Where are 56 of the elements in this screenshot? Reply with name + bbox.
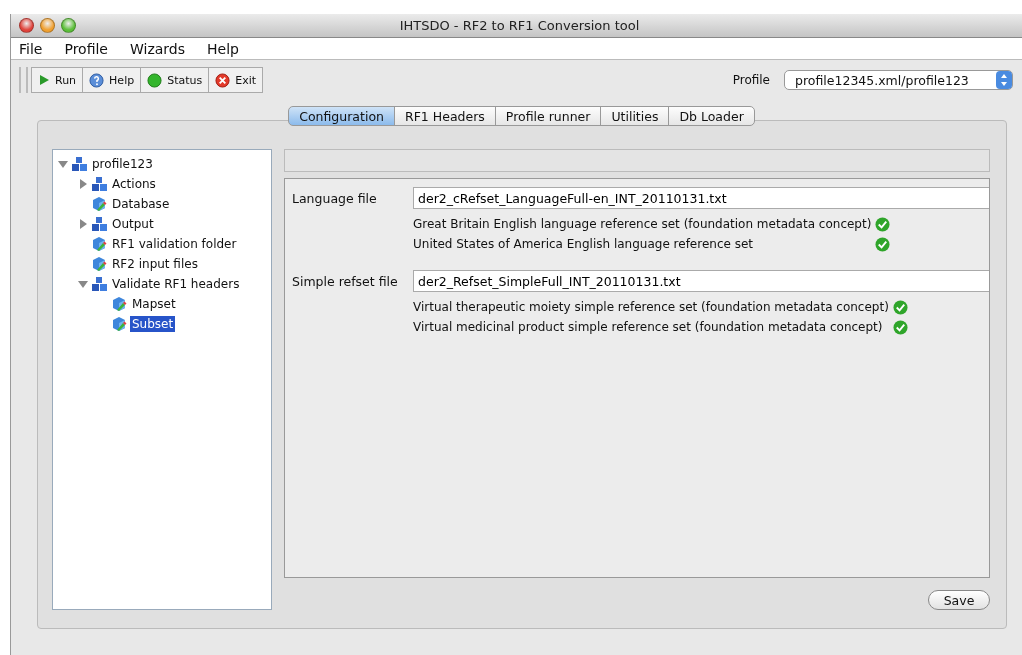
refset-name: Great Britain English language reference set (foundation metadata concept): [413, 217, 872, 231]
tree-item[interactable]: Validate RF1 headers: [110, 276, 242, 292]
tab[interactable]: RF1 Headers: [394, 106, 496, 126]
tree-item[interactable]: Subset: [130, 316, 176, 332]
cube-pencil-icon: [92, 256, 107, 272]
cube-pencil-icon: [92, 196, 107, 212]
profile-label: Profile: [732, 73, 770, 87]
toolbar-grip[interactable]: [19, 67, 28, 93]
cube-pencil-icon: [92, 236, 107, 252]
tree-item[interactable]: Database: [110, 196, 172, 212]
expand-arrow-icon[interactable]: [77, 178, 89, 190]
menu-item[interactable]: Profile: [64, 40, 108, 57]
refset-name: Virtual medicinal product simple reference set (foundation metadata concept): [413, 320, 884, 334]
tab[interactable]: Db Loader: [668, 106, 755, 126]
cubes-icon: [92, 217, 107, 231]
cube-pencil-icon: [112, 296, 127, 312]
collapse-arrow-icon[interactable]: [57, 158, 69, 170]
tab[interactable]: Profile runner: [494, 106, 602, 126]
save-button[interactable]: Save: [928, 590, 990, 610]
cubes-icon: [92, 177, 107, 191]
help-icon: [89, 72, 105, 88]
status-dot-icon: [147, 72, 163, 88]
toolbar-button[interactable]: Help: [82, 67, 142, 93]
file-field[interactable]: der2_cRefset_LanguageFull-en_INT_20110131.txt: [413, 187, 989, 209]
tree-item[interactable]: RF2 input files: [110, 256, 200, 272]
field-label: Simple refset file: [292, 273, 399, 289]
tab[interactable]: Utilities: [600, 106, 670, 126]
refset-name: United States of America English language reference set: [413, 237, 755, 251]
close-icon: [215, 72, 231, 88]
toolbar-button[interactable]: Status: [140, 67, 210, 93]
toolbar-button[interactable]: Run: [31, 67, 84, 93]
tree-item[interactable]: RF1 validation folder: [110, 236, 239, 252]
menu-item[interactable]: File: [19, 40, 43, 57]
cubes-icon: [92, 277, 107, 291]
profile-select[interactable]: profile12345.xml/profile123: [784, 70, 1013, 90]
minimize-light-icon[interactable]: [40, 18, 55, 33]
play-icon: [38, 74, 50, 86]
cube-pencil-icon: [112, 316, 127, 332]
window-title: IHTSDO - RF2 to RF1 Conversion tool: [399, 18, 641, 33]
cubes-icon: [72, 157, 87, 171]
zoom-light-icon[interactable]: [61, 18, 76, 33]
close-light-icon[interactable]: [19, 18, 34, 33]
menu-item[interactable]: Wizards: [129, 40, 185, 57]
tree-item[interactable]: Output: [110, 216, 156, 232]
tree-item[interactable]: Actions: [110, 176, 158, 192]
tab[interactable]: Configuration: [288, 106, 395, 126]
collapse-arrow-icon[interactable]: [77, 278, 89, 290]
field-label: Language file: [292, 190, 378, 206]
tree-item[interactable]: profile123: [90, 156, 155, 172]
expand-arrow-icon[interactable]: [77, 218, 89, 230]
file-field[interactable]: der2_Refset_SimpleFull_INT_20110131.txt: [413, 270, 989, 292]
stepper-icon: [996, 71, 1012, 89]
tree-item[interactable]: Mapset: [130, 296, 178, 312]
refset-name: Virtual therapeutic moiety simple reference set (foundation metadata concept): [413, 300, 889, 314]
toolbar-button[interactable]: Exit: [208, 67, 264, 93]
menu-item[interactable]: Help: [207, 40, 239, 57]
